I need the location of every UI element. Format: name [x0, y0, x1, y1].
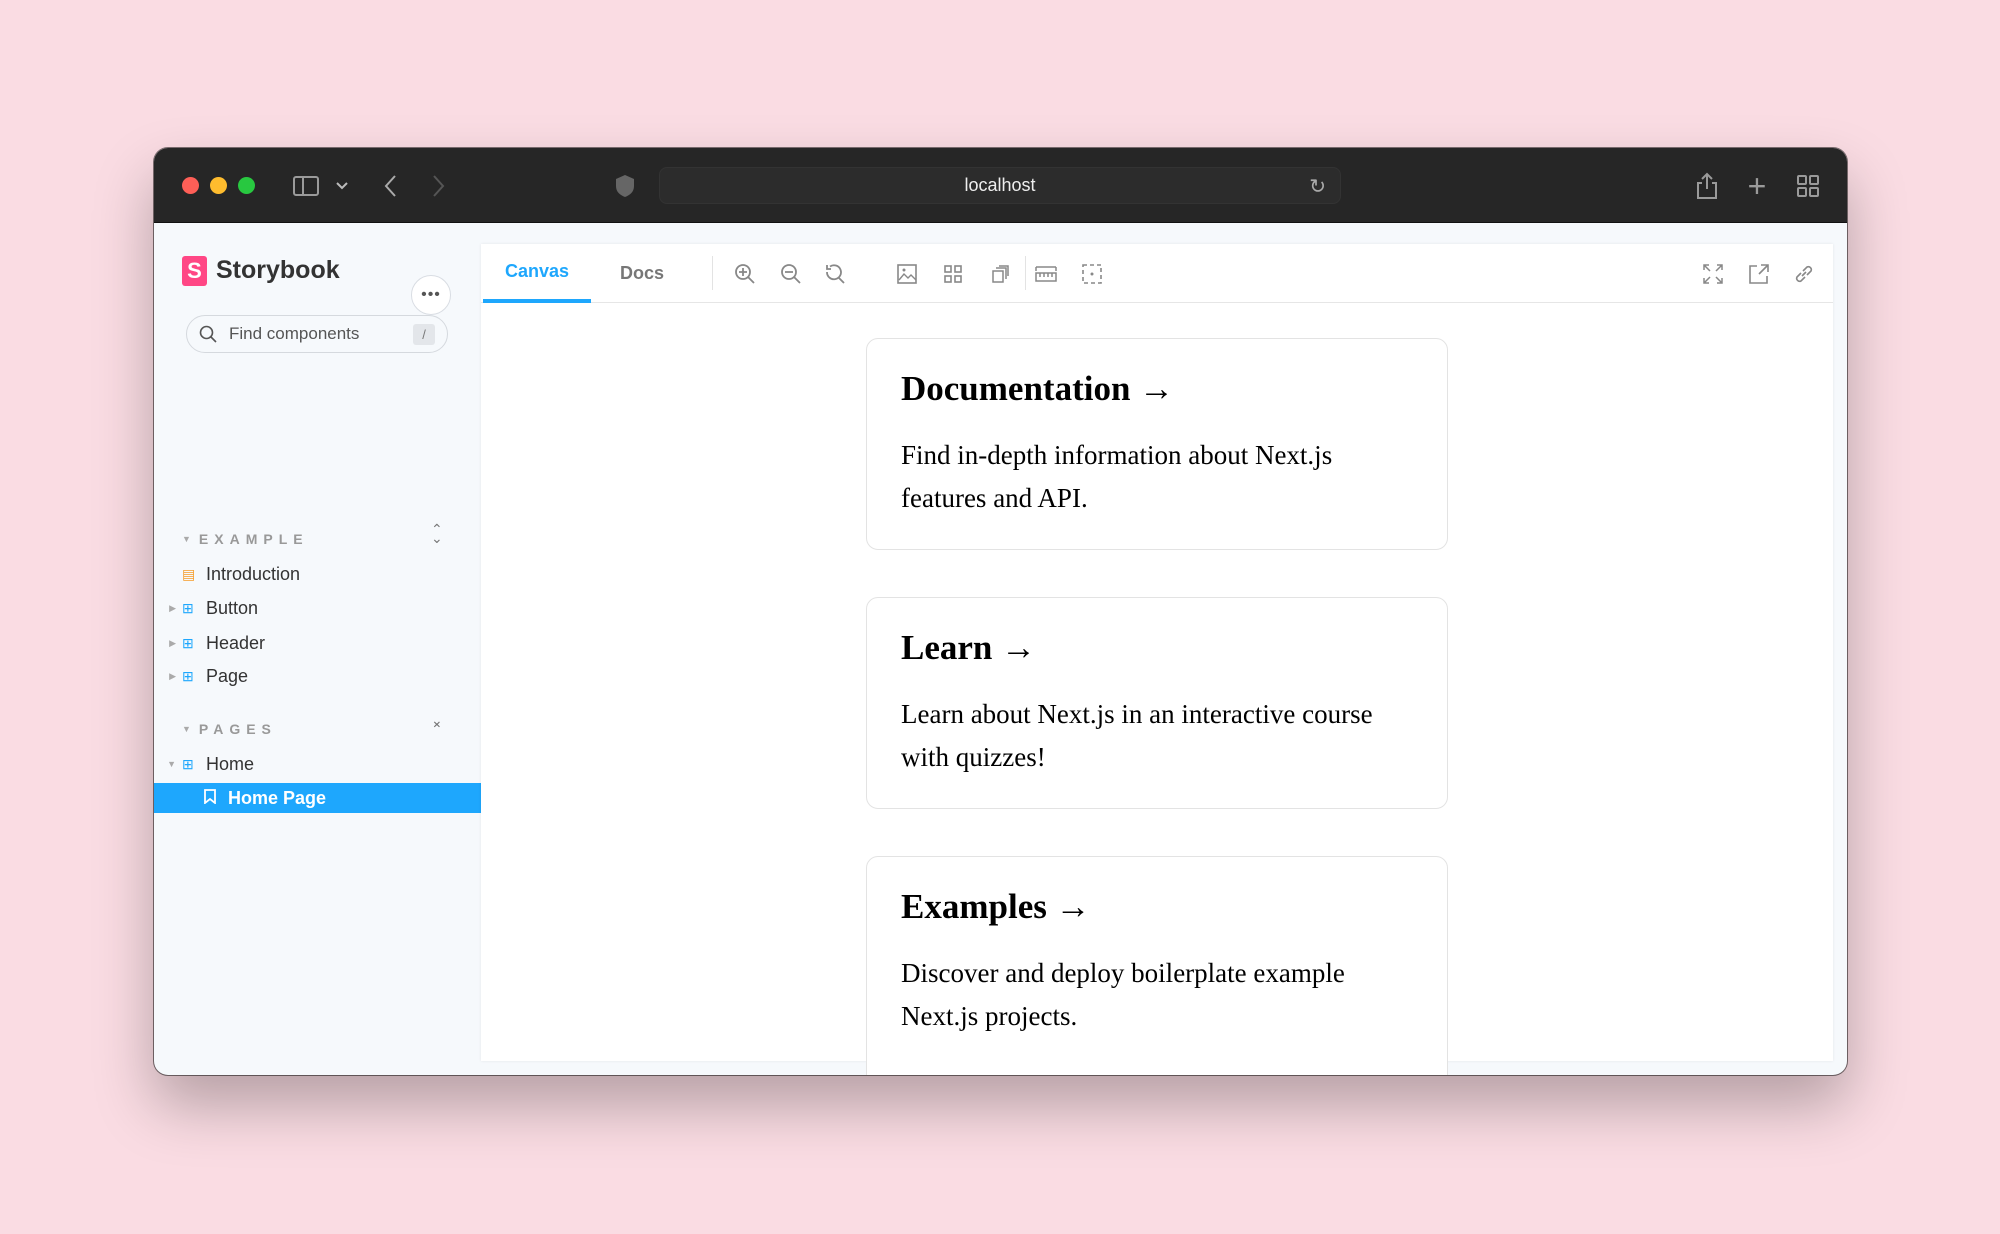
- address-bar[interactable]: localhost ↻: [659, 167, 1341, 204]
- ellipsis-icon: •••: [421, 286, 441, 303]
- divider: [712, 256, 713, 290]
- item-label: Page: [206, 665, 249, 686]
- share-icon[interactable]: [1694, 168, 1720, 204]
- search-placeholder: Find components: [229, 324, 360, 343]
- item-label: Button: [206, 597, 259, 618]
- back-icon[interactable]: [378, 168, 402, 204]
- sidebar-item-introduction[interactable]: ▤ Introduction: [154, 559, 481, 589]
- item-label: Introduction: [206, 563, 301, 584]
- background-icon[interactable]: [893, 260, 921, 288]
- search-input[interactable]: Find components /: [186, 315, 448, 353]
- component-icon: ⊞: [182, 634, 194, 651]
- search-icon: [199, 325, 217, 343]
- component-icon: ⊞: [182, 667, 194, 684]
- shield-icon[interactable]: [613, 168, 637, 204]
- search-shortcut: /: [413, 324, 435, 345]
- card-examples[interactable]: Examples → Discover and deploy boilerpla…: [866, 856, 1448, 1075]
- group-example[interactable]: ▼ EXAMPLE: [182, 531, 309, 547]
- caret-down-icon: ▼: [182, 724, 191, 734]
- sidebar-item-header[interactable]: ▶ ⊞ Header: [154, 628, 481, 658]
- browser-window: localhost ↻ + S Storybook ••• Find compo…: [154, 148, 1847, 1075]
- expand-all-icon[interactable]: ⌃ ⌄: [431, 522, 443, 545]
- grid-icon[interactable]: [939, 260, 967, 288]
- collapse-all-icon[interactable]: ⌄ ⌃: [431, 713, 443, 736]
- brand-name: Storybook: [216, 256, 340, 284]
- chevron-down-icon[interactable]: [332, 168, 352, 204]
- close-window-button[interactable]: [182, 177, 199, 194]
- card-body: Discover and deploy boilerplate example …: [901, 958, 1345, 1031]
- zoom-in-icon[interactable]: [731, 260, 759, 288]
- card-learn[interactable]: Learn → Learn about Next.js in an intera…: [866, 597, 1448, 809]
- item-label: Header: [206, 632, 266, 653]
- component-icon: ⊞: [182, 599, 194, 616]
- card-title: Learn →: [901, 628, 1037, 667]
- open-new-tab-icon[interactable]: [1745, 260, 1773, 288]
- group-label: PAGES: [198, 721, 277, 737]
- outline-icon[interactable]: [1078, 260, 1106, 288]
- url-text: localhost: [964, 175, 1036, 195]
- forward-icon[interactable]: [427, 168, 451, 204]
- menu-button[interactable]: •••: [411, 275, 451, 315]
- item-label: Home: [206, 753, 255, 774]
- group-label: EXAMPLE: [198, 531, 309, 547]
- sidebar-item-home-page[interactable]: Home Page: [154, 783, 481, 813]
- viewport-icon[interactable]: [986, 260, 1014, 288]
- tab-canvas[interactable]: Canvas: [483, 244, 592, 303]
- reload-icon[interactable]: ↻: [1309, 174, 1326, 199]
- maximize-window-button[interactable]: [238, 177, 255, 194]
- new-tab-icon[interactable]: +: [1744, 168, 1770, 204]
- zoom-out-icon[interactable]: [777, 260, 805, 288]
- sidebar: S Storybook ••• Find components / ▼ EXAMP…: [154, 223, 481, 1075]
- tab-overview-icon[interactable]: [1795, 168, 1821, 204]
- reset-zoom-icon[interactable]: [821, 260, 849, 288]
- component-icon: ⊞: [182, 755, 194, 772]
- sidebar-item-home[interactable]: ▼ ⊞ Home: [154, 749, 481, 779]
- document-icon: ▤: [182, 565, 196, 582]
- preview-toolbar: Canvas Docs: [481, 244, 1833, 303]
- copy-link-icon[interactable]: [1790, 260, 1818, 288]
- browser-toolbar: localhost ↻ +: [154, 148, 1847, 223]
- tab-docs[interactable]: Docs: [620, 244, 664, 303]
- sidebar-item-page[interactable]: ▶ ⊞ Page: [154, 661, 481, 691]
- card-title: Examples →: [901, 887, 1091, 926]
- card-body: Learn about Next.js in an interactive co…: [901, 699, 1373, 772]
- card-title: Documentation →: [901, 369, 1175, 408]
- bookmark-icon: [204, 789, 220, 807]
- sidebar-item-button[interactable]: ▶ ⊞ Button: [154, 593, 481, 623]
- divider: [1025, 256, 1026, 290]
- group-pages[interactable]: ▼ PAGES: [182, 721, 277, 737]
- sidebar-toggle-icon[interactable]: [291, 168, 321, 204]
- preview-panel: Canvas Docs Documentation → Find in-dept…: [481, 244, 1833, 1075]
- caret-down-icon: ▼: [182, 534, 191, 544]
- card-body: Find in-depth information about Next.js …: [901, 440, 1333, 513]
- minimize-window-button[interactable]: [210, 177, 227, 194]
- fullscreen-icon[interactable]: [1699, 260, 1727, 288]
- storybook-logo-icon: S: [182, 256, 207, 286]
- item-label: Home Page: [228, 787, 327, 808]
- ruler-icon[interactable]: [1032, 260, 1060, 288]
- card-documentation[interactable]: Documentation → Find in-depth informatio…: [866, 338, 1448, 550]
